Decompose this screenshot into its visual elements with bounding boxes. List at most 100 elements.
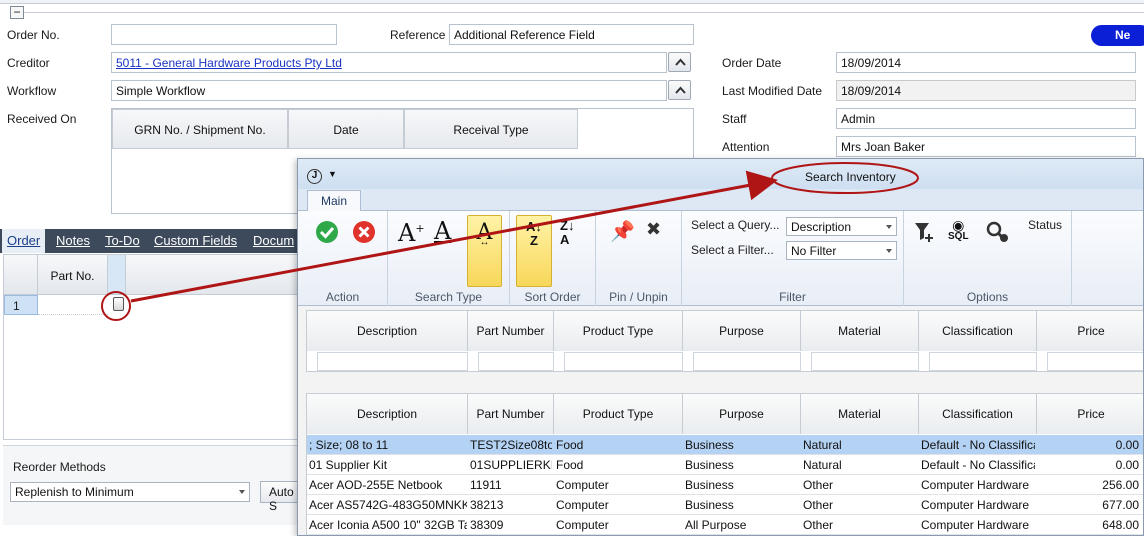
group-pin-unpin: 📌 ✖ Pin / Unpin — [596, 211, 682, 306]
col-description[interactable]: Description — [307, 394, 468, 434]
new-button[interactable]: Ne — [1091, 25, 1144, 46]
cell-product-type: Food — [556, 438, 584, 452]
lookup-callout-circle — [101, 291, 131, 321]
filter-input-part-number[interactable] — [478, 352, 554, 371]
cell-description: Acer AS5742G-483G50MNKK 15 — [309, 498, 467, 512]
attention-label: Attention — [722, 140, 770, 154]
grid-corner[interactable] — [4, 255, 38, 295]
filter-add-icon[interactable] — [914, 221, 936, 243]
order-tab-bar: Order Notes To-Do Custom Fields Docum — [0, 229, 300, 253]
col-material[interactable]: Material — [801, 394, 919, 434]
eye-icon: ◉ — [952, 217, 965, 233]
cell-description: ; Size; 08 to 11 — [309, 438, 389, 452]
text-width-toggle[interactable]: A ↔ — [467, 215, 502, 287]
col-classification[interactable]: Classification — [919, 394, 1037, 434]
cell-part-number: 11911 — [470, 478, 502, 492]
creditor-link[interactable]: 5011 - General Hardware Products Pty Ltd — [116, 56, 342, 70]
filter-col-price[interactable]: Price — [1037, 311, 1143, 351]
grn-header[interactable]: GRN No. / Shipment No. — [112, 109, 288, 149]
filter-input-description[interactable] — [317, 352, 468, 371]
cell-classification: Computer Hardware — [921, 518, 1030, 532]
filter-col-description[interactable]: Description — [307, 311, 468, 351]
cell-description: 01 Supplier Kit — [309, 458, 388, 472]
col-price[interactable]: Price — [1037, 394, 1143, 434]
filter-input-product-type[interactable] — [564, 352, 683, 371]
sort-descending-icon[interactable]: Z↓ A — [560, 219, 574, 247]
cell-price: 648.00 — [1102, 518, 1139, 532]
cell-price: 677.00 — [1102, 498, 1139, 512]
creditor-field[interactable]: 5011 - General Hardware Products Pty Ltd — [111, 52, 667, 73]
filter-col-purpose[interactable]: Purpose — [683, 311, 801, 351]
filter-col-part-number[interactable]: Part Number — [468, 311, 554, 351]
filter-input-classification[interactable] — [929, 352, 1037, 371]
table-row[interactable]: Acer Iconia A500 10" 32GB Tabl 38309 Compu… — [307, 515, 1143, 535]
cell-part-number: TEST2Size08to1 — [470, 438, 552, 452]
cell-purpose: Business — [685, 438, 734, 452]
filter-col-material[interactable]: Material — [801, 311, 919, 351]
row-number-cell[interactable]: 1 — [4, 295, 38, 315]
order-no-field[interactable] — [111, 24, 337, 45]
cell-material: Natural — [803, 458, 842, 472]
tab-documents[interactable]: Docum — [253, 233, 294, 248]
confirm-icon[interactable] — [315, 220, 339, 244]
part-no-header[interactable]: Part No. — [38, 255, 108, 295]
col-part-number[interactable]: Part Number — [468, 394, 554, 434]
date-header[interactable]: Date — [288, 109, 404, 149]
col-product-type[interactable]: Product Type — [554, 394, 683, 434]
col-purpose[interactable]: Purpose — [683, 394, 801, 434]
cancel-icon[interactable] — [352, 220, 376, 244]
reference-field[interactable]: Additional Reference Field — [449, 24, 694, 45]
dropdown-arrow-icon — [886, 249, 892, 253]
text-grow-icon[interactable]: A+ — [398, 219, 425, 247]
staff-field[interactable]: Admin — [836, 108, 1136, 129]
pin-icon[interactable]: 📌 — [610, 219, 635, 244]
search-settings-icon[interactable] — [986, 221, 1010, 243]
top-border — [0, 0, 1144, 4]
select-query-combo[interactable]: Description — [786, 217, 897, 236]
order-date-field[interactable]: 18/09/2014 — [836, 52, 1136, 73]
filter-input-purpose[interactable] — [693, 352, 801, 371]
cell-classification: Computer Hardware — [921, 498, 1030, 512]
chevron-up-icon — [675, 86, 686, 94]
cell-material: Other — [803, 478, 834, 492]
unpin-icon[interactable]: ✖ — [646, 219, 661, 240]
tab-todo[interactable]: To-Do — [105, 233, 140, 248]
filter-col-classification[interactable]: Classification — [919, 311, 1037, 351]
collapse-button[interactable]: − — [10, 6, 24, 19]
tab-custom-fields[interactable]: Custom Fields — [154, 233, 237, 248]
text-underline-icon[interactable]: A — [434, 217, 451, 245]
workflow-expand-button[interactable] — [668, 80, 691, 100]
cell-purpose: Business — [685, 458, 734, 472]
popup-title: Search Inventory — [805, 170, 896, 184]
cell-description: Acer AOD-255E Netbook — [309, 478, 443, 492]
creditor-expand-button[interactable] — [668, 52, 691, 72]
part-no-cell[interactable] — [38, 295, 108, 315]
select-query-label: Select a Query... — [691, 218, 780, 232]
cell-classification: Default - No Classificatio — [921, 438, 1035, 452]
receival-type-header[interactable]: Receival Type — [404, 109, 578, 149]
group-label-pin-unpin: Pin / Unpin — [609, 290, 668, 304]
dropdown-arrow-icon — [886, 225, 892, 229]
reorder-method-select[interactable]: Replenish to Minimum — [10, 482, 250, 502]
attention-field[interactable]: Mrs Joan Baker — [836, 136, 1136, 157]
filter-input-price[interactable] — [1047, 352, 1143, 371]
narrow-header[interactable] — [108, 255, 126, 295]
filter-input-material[interactable] — [811, 352, 919, 371]
tab-notes[interactable]: Notes — [56, 233, 90, 248]
filter-col-product-type[interactable]: Product Type — [554, 311, 683, 351]
group-label-search-type: Search Type — [414, 290, 483, 304]
sql-icon[interactable]: ◉ SQL — [948, 217, 969, 242]
ribbon-tab-main[interactable]: Main — [307, 190, 361, 212]
workflow-label: Workflow — [7, 84, 57, 98]
cell-price: 0.00 — [1115, 458, 1139, 472]
select-filter-combo[interactable]: No Filter — [786, 241, 897, 260]
cell-part-number: 38213 — [470, 498, 504, 512]
table-row[interactable]: 01 Supplier Kit 01SUPPLIERKIT Food Business… — [307, 455, 1143, 475]
table-row[interactable]: ; Size; 08 to 11 TEST2Size08to1 Food Busine… — [307, 435, 1143, 455]
table-row[interactable]: Acer AOD-255E Netbook 11911 Computer Busine… — [307, 475, 1143, 495]
workflow-field[interactable]: Simple Workflow — [111, 80, 667, 101]
table-row[interactable]: Acer AS5742G-483G50MNKK 1538213 Computer B… — [307, 495, 1143, 515]
sort-ascending-toggle[interactable]: A↓ Z — [516, 215, 552, 287]
tab-order[interactable]: Order — [2, 229, 46, 253]
quick-access-dropdown-icon[interactable]: ▼ — [328, 169, 337, 179]
